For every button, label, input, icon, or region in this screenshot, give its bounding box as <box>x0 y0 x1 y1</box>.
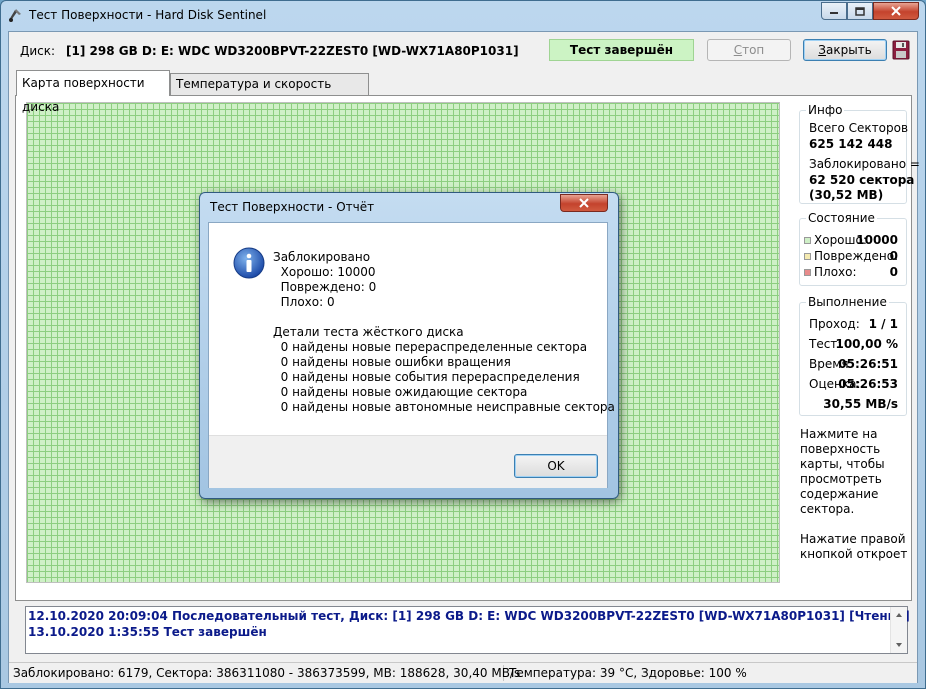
dialog-line: 0 найдены новые ожидающие сектора <box>273 385 528 399</box>
dialog-footer: OK <box>209 435 607 488</box>
maximize-icon <box>855 6 865 16</box>
log-line: 12.10.2020 20:09:04 Последовательный тес… <box>28 609 910 623</box>
close-window-button[interactable] <box>873 2 919 20</box>
stop-label-rest: топ <box>742 43 765 57</box>
stop-button[interactable]: Стоп <box>707 39 791 61</box>
good-swatch <box>804 237 811 244</box>
damaged-label: Повреждено: <box>814 249 899 263</box>
dialog-line: 0 найдены новые события перераспределени… <box>273 370 580 384</box>
tab-surface-map[interactable]: Карта поверхности диска <box>16 70 170 114</box>
time-value: 05:26:51 <box>838 357 898 371</box>
minimize-button[interactable] <box>821 2 847 20</box>
test-value: 100,00 % <box>835 337 898 351</box>
tab-temperature[interactable]: Температура и скорость передачи <box>170 73 369 111</box>
info-icon <box>233 247 265 279</box>
help-text-2: Нажатие правой кнопкой откроет <box>800 532 908 561</box>
state-group: Состояние Хорошо: 10000 Повреждено: 0 Пл… <box>799 211 907 286</box>
pass-value: 1 / 1 <box>868 317 898 331</box>
log-box[interactable]: 12.10.2020 20:09:04 Последовательный тес… <box>25 606 910 654</box>
disk-label: Диск: <box>20 44 56 58</box>
dialog-message: Заблокировано Хорошо: 10000 Повреждено: … <box>273 250 615 415</box>
dialog-line: 0 найдены новые ошибки вращения <box>273 355 511 369</box>
main-window: Тест Поверхности - Hard Disk Sentinel Ди… <box>0 0 926 689</box>
log-line: 13.10.2020 1:35:55 Тест завершён <box>28 625 267 639</box>
dialog-line: Повреждено: 0 <box>273 280 377 294</box>
blocked-value: 62 520 сектора <box>809 173 915 187</box>
good-value: 10000 <box>856 233 898 247</box>
close-label-rest: акрыть <box>825 43 872 57</box>
title-bar[interactable]: Тест Поверхности - Hard Disk Sentinel <box>1 1 925 31</box>
dialog-line <box>273 310 615 325</box>
status-right: Температура: 39 °C, Здоровье: 100 % <box>509 666 747 680</box>
window-title: Тест Поверхности - Hard Disk Sentinel <box>29 8 267 22</box>
blocked-size: (30,52 MB) <box>809 188 884 202</box>
speed-value: 30,55 MB/s <box>823 397 898 411</box>
dialog-line: Заблокировано <box>273 250 371 264</box>
save-icon[interactable] <box>892 40 910 60</box>
dialog-title: Тест Поверхности - Отчёт <box>210 200 375 214</box>
info-title: Инфо <box>806 103 845 117</box>
app-icon <box>9 9 21 22</box>
log-scrollbar[interactable] <box>890 607 907 653</box>
help-text-1: Нажмите на поверхность карты, чтобы прос… <box>800 427 885 516</box>
dialog-body: Заблокировано Хорошо: 10000 Повреждено: … <box>208 222 615 488</box>
dialog-line: 0 найдены новые перераспределенные секто… <box>273 340 588 354</box>
blocked-label: Заблокировано = <box>809 157 920 171</box>
bad-label: Плохо: <box>814 265 857 279</box>
dialog-line: Плохо: 0 <box>273 295 335 309</box>
dialog-line: 0 найдены новые автономные неисправные с… <box>273 400 615 414</box>
execution-title: Выполнение <box>806 295 889 309</box>
bad-value: 0 <box>889 265 898 279</box>
total-sectors-label: Всего Секторов <box>809 121 909 135</box>
total-sectors-value: 625 142 448 <box>809 137 893 151</box>
ok-button[interactable]: OK <box>514 454 598 478</box>
bad-swatch <box>804 269 811 276</box>
damaged-value: 0 <box>889 249 898 263</box>
pass-label: Проход: <box>809 317 860 331</box>
close-icon <box>579 198 589 208</box>
maximize-button[interactable] <box>847 2 873 20</box>
status-badge: Тест завершён <box>549 39 694 61</box>
close-button[interactable]: Закрыть <box>803 39 887 61</box>
execution-group: Выполнение Проход: 1 / 1 Тест: 100,00 % … <box>799 295 907 416</box>
damaged-swatch <box>804 253 811 260</box>
estimate-value: 05:26:53 <box>838 377 898 391</box>
dialog-line: Детали теста жёсткого диска <box>273 325 464 339</box>
close-icon <box>891 6 901 16</box>
info-group: Инфо Всего Секторов 625 142 448 Заблокир… <box>799 103 920 204</box>
scroll-down-icon[interactable] <box>891 639 907 651</box>
report-dialog: Тест Поверхности - Отчёт Заблокировано Х… <box>199 192 619 499</box>
minimize-icon <box>830 12 838 14</box>
close-accel: З <box>818 43 826 57</box>
status-bar: Заблокировано: 6179, Сектора: 386311080 … <box>9 662 917 683</box>
disk-name: [1] 298 GB D: E: WDC WD3200BPVT-22ZEST0 … <box>66 44 519 58</box>
dialog-line: Хорошо: 10000 <box>273 265 376 279</box>
status-left: Заблокировано: 6179, Сектора: 386311080 … <box>13 665 521 681</box>
scroll-up-icon[interactable] <box>891 609 907 621</box>
stop-accel: С <box>733 43 743 57</box>
dialog-close-button[interactable] <box>560 194 608 212</box>
state-title: Состояние <box>806 211 877 225</box>
